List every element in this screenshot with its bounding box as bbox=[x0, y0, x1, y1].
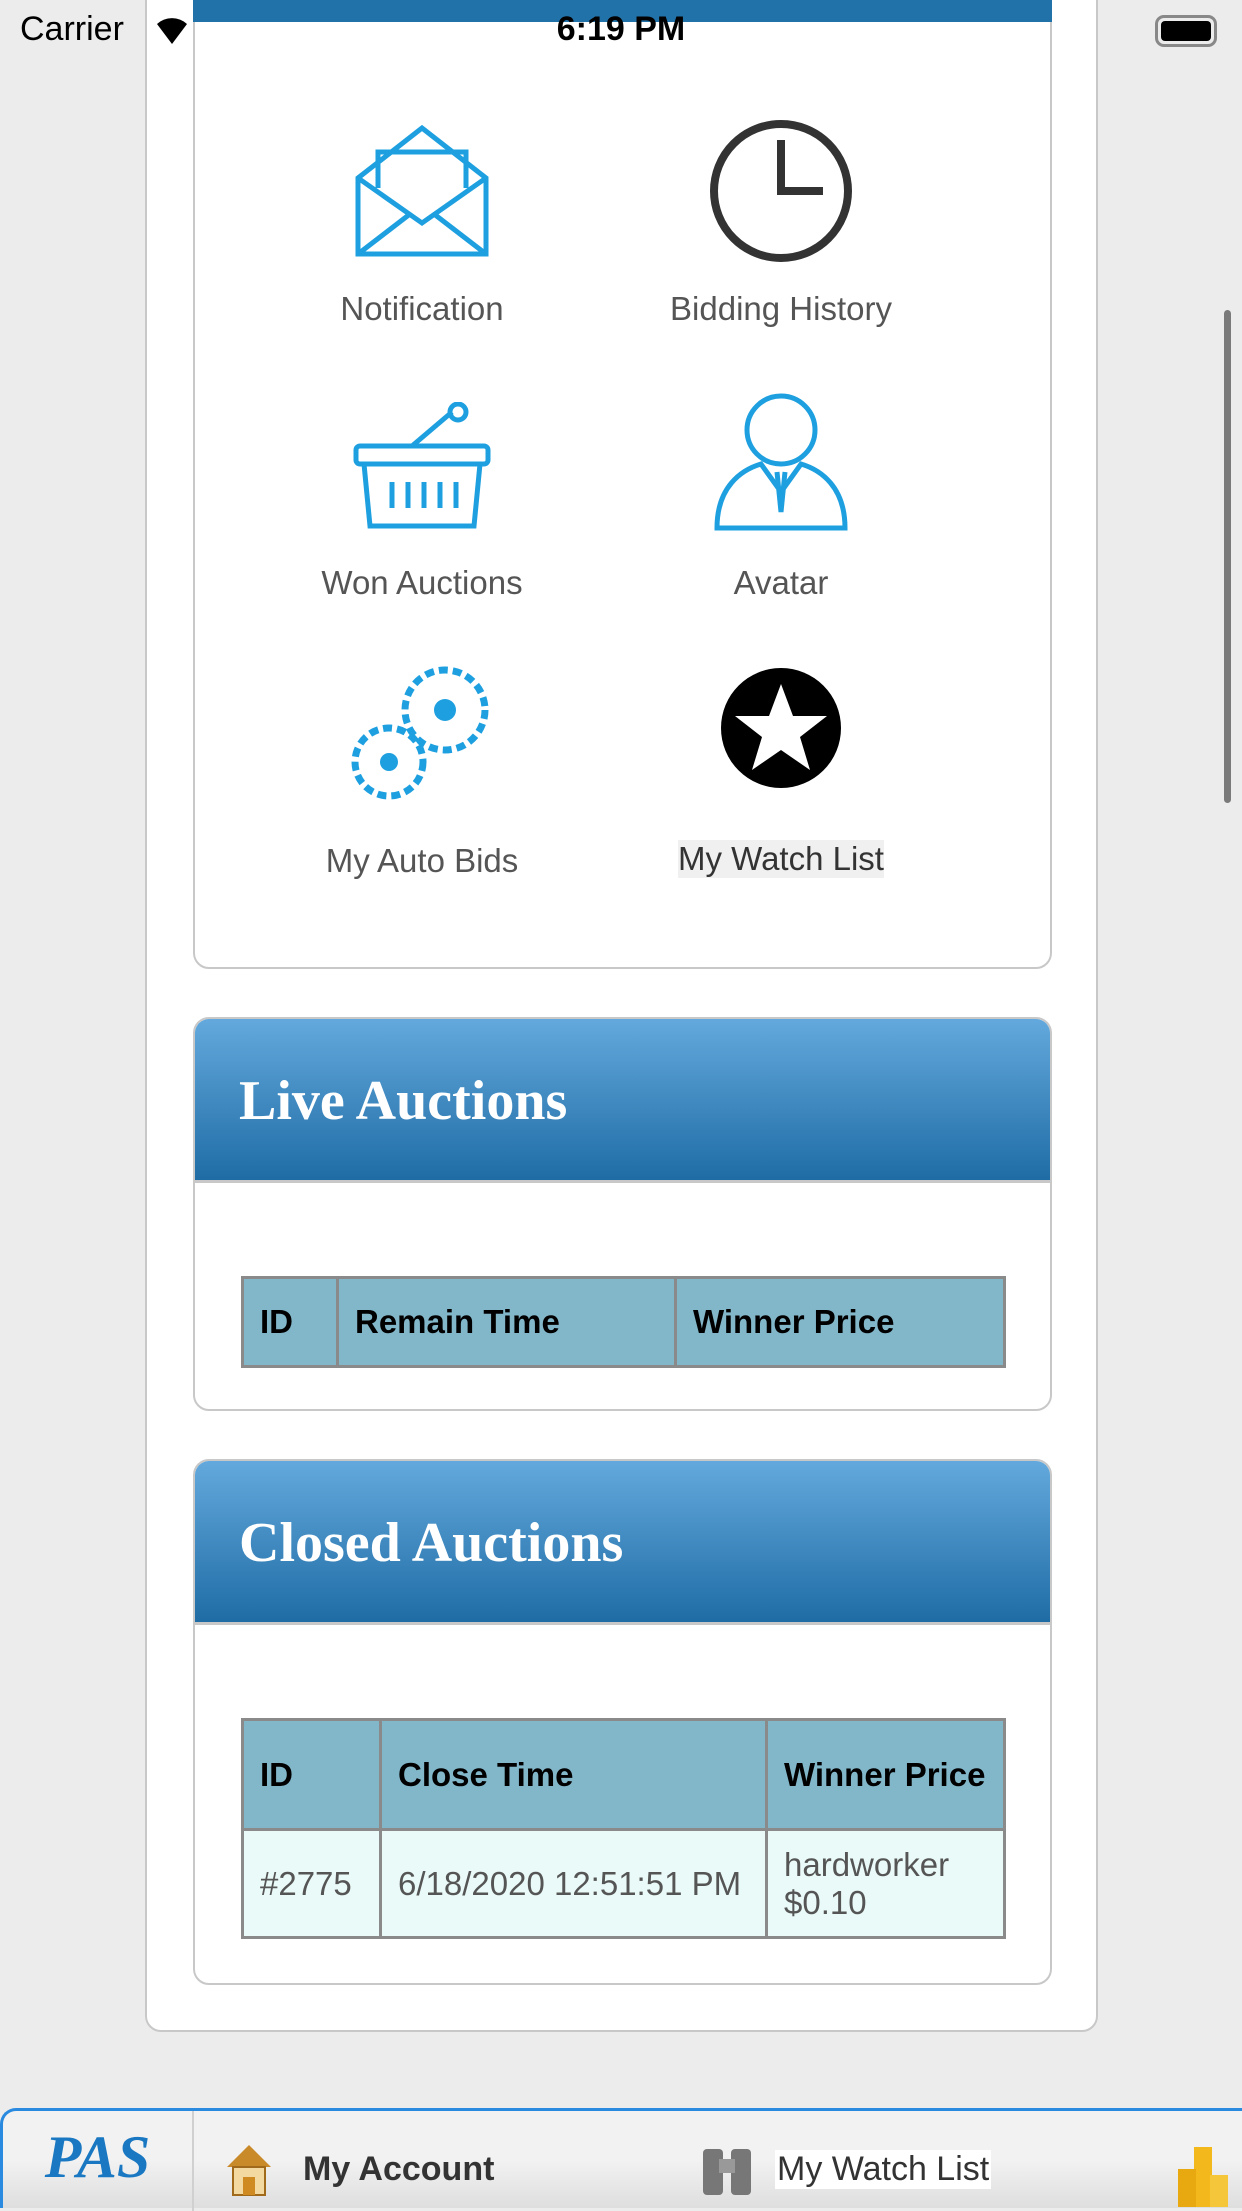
basket-icon bbox=[353, 402, 491, 529]
column-header[interactable]: ID bbox=[241, 1276, 339, 1368]
menu-watch-list[interactable]: My Watch List bbox=[601, 666, 961, 878]
live-auctions-card: Live Auctions ID Remain Time Winner Price bbox=[193, 1017, 1052, 1411]
live-auctions-table: ID Remain Time Winner Price bbox=[241, 1276, 1006, 1368]
column-header[interactable]: ID bbox=[241, 1718, 382, 1831]
tab-bar: PAS My Account My Watch List bbox=[0, 2108, 1242, 2211]
avatar-icon bbox=[714, 393, 848, 531]
star-icon bbox=[721, 668, 841, 788]
price: $0.10 bbox=[784, 1883, 867, 1921]
menu-bidding-history[interactable]: Bidding History bbox=[601, 118, 961, 328]
winner-name: hardworker bbox=[784, 1845, 950, 1883]
column-header[interactable]: Remain Time bbox=[336, 1276, 677, 1368]
closed-auctions-card: Closed Auctions ID Close Time Winner Price… bbox=[193, 1459, 1052, 1985]
live-auctions-title: Live Auctions bbox=[195, 1019, 1050, 1183]
clock-icon bbox=[710, 120, 852, 262]
winner-price: hardworker $0.10 bbox=[765, 1828, 1006, 1939]
gears-icon bbox=[351, 666, 489, 800]
column-header[interactable]: Winner Price bbox=[674, 1276, 1006, 1368]
coins-icon[interactable] bbox=[1178, 2145, 1228, 2207]
clock: 6:19 PM bbox=[556, 10, 686, 48]
menu-avatar[interactable]: Avatar bbox=[601, 392, 961, 602]
menu-auto-bids[interactable]: My Auto Bids bbox=[242, 662, 602, 880]
column-header[interactable]: Close Time bbox=[379, 1718, 768, 1831]
status-bar: Carrier 6:19 PM bbox=[0, 0, 1242, 60]
scrollbar[interactable] bbox=[1224, 310, 1231, 803]
table-row[interactable]: #2775 6/18/2020 12:51:51 PM hardworker $0.1… bbox=[241, 1828, 1006, 1939]
tab-my-watch-list[interactable]: My Watch List bbox=[699, 2141, 992, 2197]
envelope-icon bbox=[355, 124, 489, 257]
battery-icon bbox=[1155, 15, 1217, 47]
closed-auctions-table: ID Close Time Winner Price #2775 6/18/2020 … bbox=[241, 1718, 1006, 1939]
binoculars-icon bbox=[703, 2149, 751, 2195]
house-icon bbox=[227, 2145, 271, 2196]
closed-auctions-title: Closed Auctions bbox=[195, 1461, 1050, 1625]
column-header[interactable]: Winner Price bbox=[765, 1718, 1006, 1831]
auction-id[interactable]: #2775 bbox=[241, 1828, 382, 1939]
menu-card: Notification Bidding History Won Auction… bbox=[193, 0, 1052, 969]
menu-notification[interactable]: Notification bbox=[242, 118, 602, 328]
close-time: 6/18/2020 12:51:51 PM bbox=[379, 1828, 768, 1939]
tab-my-account[interactable]: My Account bbox=[223, 2141, 494, 2197]
pas-logo[interactable]: PAS bbox=[3, 2111, 194, 2211]
menu-won-auctions[interactable]: Won Auctions bbox=[242, 402, 602, 602]
